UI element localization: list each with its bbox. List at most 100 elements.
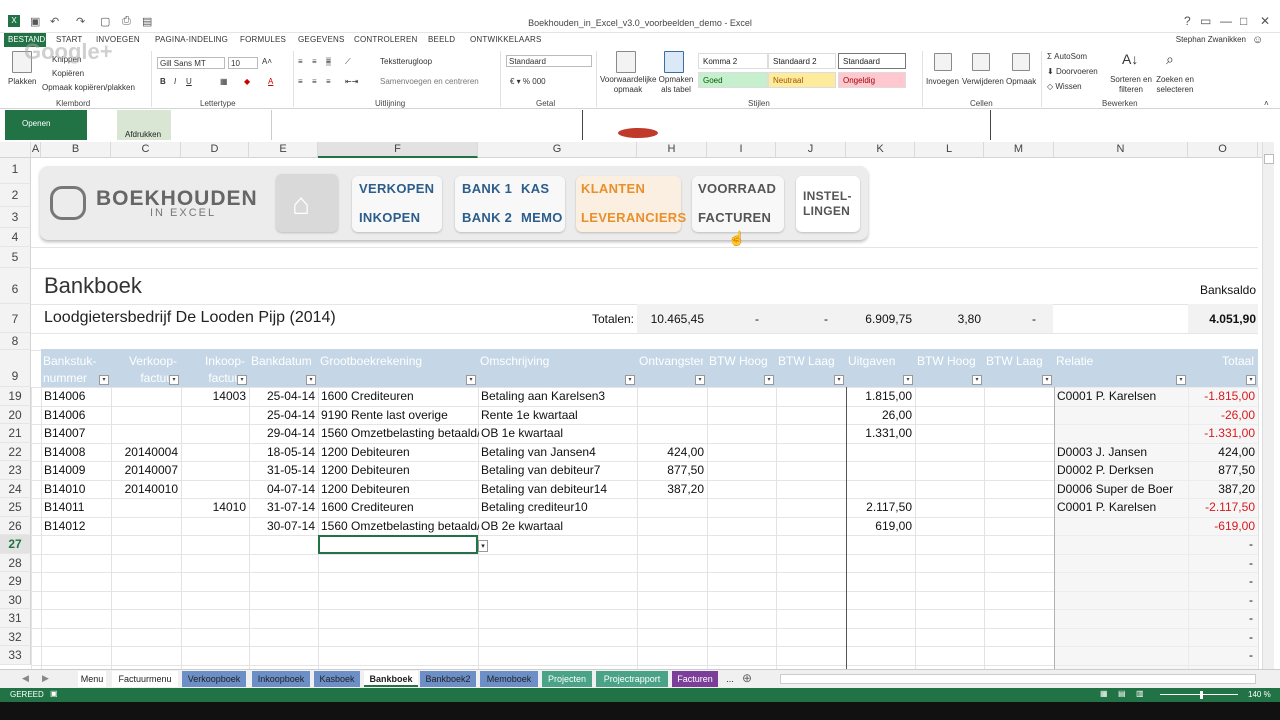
row-header[interactable]: 23	[0, 461, 31, 480]
style-standaard[interactable]: Standaard	[838, 53, 906, 69]
active-cell[interactable]	[318, 535, 478, 554]
cell-tot[interactable]: -619,00	[1191, 519, 1255, 533]
kas-link[interactable]: KAS	[521, 181, 549, 196]
row-header[interactable]: 7	[0, 304, 31, 333]
sheet-tab[interactable]: Factuurmenu	[112, 671, 178, 687]
format-as-table-icon[interactable]	[664, 51, 684, 73]
tab-view[interactable]: BEELD	[428, 35, 455, 44]
cell-datum[interactable]: 25-04-14	[252, 389, 315, 403]
cell-gb[interactable]: 1200 Debiteuren	[321, 482, 479, 496]
cell-datum[interactable]: 04-07-14	[252, 482, 315, 496]
cell-uitg[interactable]: 1.815,00	[849, 389, 912, 403]
row-header[interactable]: 24	[0, 479, 31, 498]
column-header[interactable]: D	[181, 142, 249, 158]
underline-icon[interactable]: U	[186, 77, 192, 86]
cell-tot-empty[interactable]: -	[1191, 593, 1253, 607]
tab-developer[interactable]: ONTWIKKELAARS	[470, 35, 542, 44]
cell-datum[interactable]: 31-05-14	[252, 463, 315, 477]
tab-formulas[interactable]: FORMULES	[240, 35, 286, 44]
font-size-select[interactable]: 10	[228, 57, 258, 69]
align-left-icon[interactable]: ≡	[298, 77, 303, 86]
cell-oms[interactable]: OB 2e kwartaal	[481, 519, 634, 533]
column-header[interactable]: G	[478, 142, 637, 158]
column-header[interactable]: J	[776, 142, 846, 158]
style-neutraal[interactable]: Neutraal	[768, 72, 836, 88]
add-sheet-icon[interactable]: ⊕	[742, 671, 752, 685]
fill-color-icon[interactable]: ◆	[244, 77, 250, 86]
row-header[interactable]: 26	[0, 516, 31, 535]
clear-button[interactable]: ◇ Wissen	[1047, 82, 1082, 91]
filter-dropdown-icon[interactable]: ▾	[903, 375, 913, 385]
tab-data[interactable]: GEGEVENS	[298, 35, 345, 44]
bank2-link[interactable]: BANK 2	[462, 210, 512, 225]
ribbon-options-icon[interactable]: ▭	[1200, 14, 1211, 28]
help-icon[interactable]: ?	[1184, 14, 1191, 28]
cell-nr[interactable]: B14009	[44, 463, 108, 477]
facturen-link[interactable]: FACTUREN	[698, 210, 771, 225]
cell-verk[interactable]: 20140004	[114, 445, 178, 459]
cell-oms[interactable]: Betaling van Jansen4	[481, 445, 634, 459]
cell-ontv[interactable]: 877,50	[640, 463, 704, 477]
cell-uitg[interactable]: 1.331,00	[849, 426, 912, 440]
klanten-leveranciers-button[interactable]: KLANTEN LEVERANCIERS	[576, 176, 686, 232]
align-center-icon[interactable]: ≡	[312, 77, 317, 86]
select-all-corner[interactable]	[0, 142, 31, 158]
bold-icon[interactable]: B	[160, 77, 166, 86]
filter-dropdown-icon[interactable]: ▾	[169, 375, 179, 385]
cell-oms[interactable]: Betaling van debiteur14	[481, 482, 634, 496]
cell-nr[interactable]: B14012	[44, 519, 108, 533]
column-header[interactable]: A	[31, 142, 41, 158]
cell-ontv[interactable]: 424,00	[640, 445, 704, 459]
row-header[interactable]: 9	[0, 350, 31, 387]
cell-datum[interactable]: 18-05-14	[252, 445, 315, 459]
column-header[interactable]: O	[1188, 142, 1258, 158]
find-select-icon[interactable]: ⌕	[1166, 51, 1174, 68]
cell-tot-empty[interactable]: -	[1191, 556, 1253, 570]
column-header[interactable]: E	[249, 142, 318, 158]
cell-tot[interactable]: -26,00	[1191, 408, 1255, 422]
delete-cells-button[interactable]: Verwijderen	[962, 77, 1004, 86]
wrap-text-button[interactable]: Tekstterugloop	[380, 57, 432, 66]
cell-tot[interactable]: -1.331,00	[1191, 426, 1255, 440]
cell-gb[interactable]: 1600 Crediteuren	[321, 500, 479, 514]
home-button[interactable]: ⌂	[276, 174, 338, 232]
scroll-thumb[interactable]	[1264, 154, 1274, 164]
row-header[interactable]: 32	[0, 627, 31, 646]
filter-dropdown-icon[interactable]: ▾	[306, 375, 316, 385]
filter-dropdown-icon[interactable]: ▾	[1246, 375, 1256, 385]
format-as-table-button[interactable]: Opmaken als tabel	[658, 75, 694, 95]
cell-tot-empty[interactable]: -	[1191, 574, 1253, 588]
filter-dropdown-icon[interactable]: ▾	[972, 375, 982, 385]
instellingen-button[interactable]: INSTEL- LINGEN	[796, 176, 860, 232]
cell-ontv[interactable]: 387,20	[640, 482, 704, 496]
bank-kas-memo-button[interactable]: BANK 1 KAS BANK 2 MEMO	[455, 176, 565, 232]
page-layout-view-icon[interactable]: ▤	[1118, 689, 1126, 698]
row-header[interactable]: 20	[0, 405, 31, 424]
fill-button[interactable]: ⬇ Doorvoeren	[1047, 67, 1098, 76]
vertical-scrollbar[interactable]	[1262, 142, 1274, 669]
user-name[interactable]: Stephan Zwanikken	[1176, 35, 1246, 44]
sheet-tab[interactable]: Memoboek	[480, 671, 538, 687]
cell-tot[interactable]: 387,20	[1191, 482, 1255, 496]
sheet-tab[interactable]: Verkoopboek	[182, 671, 246, 687]
cell-nr[interactable]: B14006	[44, 389, 108, 403]
filter-dropdown-icon[interactable]: ▾	[466, 375, 476, 385]
horizontal-scrollbar[interactable]	[780, 674, 1256, 684]
cell-rel[interactable]: C0001 P. Karelsen	[1057, 389, 1185, 403]
row-header[interactable]: 27	[0, 535, 31, 554]
row-header[interactable]: 30	[0, 590, 31, 609]
cell-nr[interactable]: B14007	[44, 426, 108, 440]
filter-dropdown-icon[interactable]: ▾	[237, 375, 247, 385]
format-painter-button[interactable]: Opmaak kopiëren/plakken	[42, 83, 135, 92]
filter-dropdown-icon[interactable]: ▾	[834, 375, 844, 385]
row-header[interactable]: 21	[0, 424, 31, 443]
open-button[interactable]: Openen	[5, 110, 87, 140]
filter-dropdown-icon[interactable]: ▾	[1176, 375, 1186, 385]
column-header[interactable]: C	[111, 142, 181, 158]
close-icon[interactable]: ✕	[1260, 14, 1270, 28]
indent-icon[interactable]: ⇤⇥	[345, 77, 358, 86]
row-header[interactable]: 6	[0, 268, 31, 304]
cell-tot[interactable]: -2.117,50	[1191, 500, 1255, 514]
align-right-icon[interactable]: ≡	[326, 77, 331, 86]
sheet-tab[interactable]: Facturen	[672, 671, 718, 687]
